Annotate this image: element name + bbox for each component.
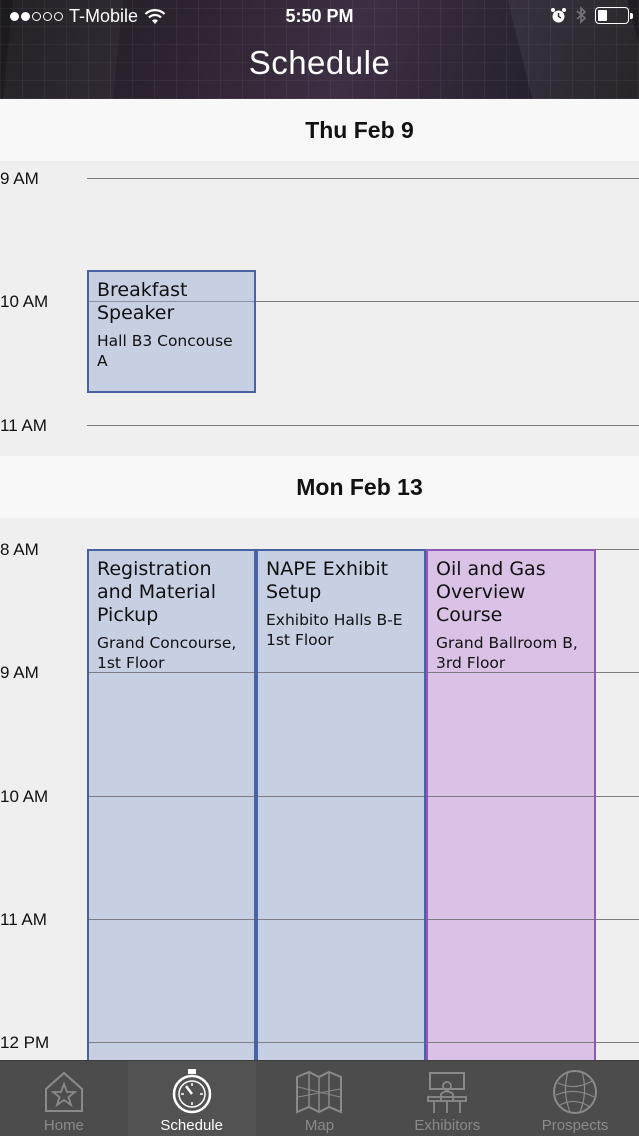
- bluetooth-icon: [576, 6, 587, 24]
- hour-label: 12 PM: [0, 1033, 50, 1052]
- event-title: Breakfast Speaker: [97, 279, 188, 324]
- day-timeline[interactable]: 9 AM 10 AM 11 AM Breakfast Speaker Hall …: [0, 161, 639, 456]
- tab-bar: Home Schedule Map Exhibitors Prospects: [0, 1060, 639, 1136]
- hour-label: 9 AM: [0, 169, 39, 188]
- hour-gridline: [428, 1042, 594, 1043]
- event-card[interactable]: Oil and Gas Overview Course Grand Ballro…: [426, 549, 596, 1069]
- tab-prospects[interactable]: Prospects: [511, 1061, 639, 1136]
- hour-gridline: [428, 672, 594, 673]
- hour-gridline: [89, 1042, 254, 1043]
- hour-label: 8 AM: [0, 540, 39, 559]
- exhibitor-booth-icon: [427, 1072, 468, 1113]
- hour-gridline: [89, 672, 254, 673]
- tab-map[interactable]: Map: [256, 1061, 384, 1136]
- status-time: 5:50 PM: [285, 6, 354, 26]
- hour-gridline: [428, 796, 594, 797]
- hour-gridline: [89, 796, 254, 797]
- tab-exhibitors[interactable]: Exhibitors: [383, 1061, 511, 1136]
- page-title: Schedule: [248, 44, 391, 81]
- event-card[interactable]: Registration and Material Pickup Grand C…: [87, 549, 256, 1069]
- tab-label: Exhibitors: [414, 1117, 481, 1134]
- alarm-clock-icon: [551, 7, 566, 22]
- hour-gridline: [89, 919, 254, 920]
- stopwatch-icon: [172, 1069, 211, 1114]
- hour-label: 10 AM: [0, 787, 49, 806]
- tab-home[interactable]: Home: [0, 1061, 128, 1136]
- day-header: Mon Feb 13: [0, 456, 639, 518]
- hour-gridline: [258, 919, 424, 920]
- day-timeline[interactable]: 8 AM 9 AM 10 AM 11 AM 12 PM Registration…: [0, 518, 639, 1069]
- hour-label: 11 AM: [0, 910, 47, 929]
- tab-label: Schedule: [160, 1117, 223, 1134]
- tab-label: Map: [304, 1117, 335, 1134]
- hour-gridline: [258, 1042, 424, 1043]
- battery-icon: [595, 6, 633, 24]
- event-location: Exhibito Halls B-E 1st Floor: [266, 611, 403, 649]
- status-bar: T-Mobile 5:50 PM: [0, 0, 639, 32]
- hour-gridline: [258, 796, 424, 797]
- hour-gridline: [87, 178, 639, 179]
- hour-gridline: [428, 919, 594, 920]
- event-location: Hall B3 Concouse A: [97, 332, 233, 370]
- event-location: Grand Concourse, 1st Floor: [97, 634, 237, 672]
- event-title: Registration and Material Pickup: [97, 558, 216, 626]
- event-card[interactable]: Breakfast Speaker Hall B3 Concouse A: [87, 270, 256, 393]
- folded-map-icon: [296, 1070, 343, 1114]
- home-star-icon: [44, 1071, 83, 1112]
- day-header: Thu Feb 9: [0, 99, 639, 161]
- tab-schedule[interactable]: Schedule: [127, 1061, 256, 1136]
- hour-gridline: [87, 425, 639, 426]
- globe-icon: [553, 1070, 598, 1114]
- status-right: [550, 6, 633, 24]
- hour-label: 11 AM: [0, 416, 47, 435]
- event-title: NAPE Exhibit Setup: [266, 558, 389, 603]
- hour-label: 10 AM: [0, 292, 49, 311]
- tab-label: Prospects: [541, 1117, 609, 1134]
- hour-label: 9 AM: [0, 663, 39, 682]
- app-header: T-Mobile 5:50 PM Schedule: [0, 0, 639, 99]
- event-title: Oil and Gas Overview Course: [436, 558, 546, 626]
- tab-label: Home: [43, 1117, 84, 1134]
- hour-gridline: [258, 672, 424, 673]
- event-card[interactable]: NAPE Exhibit Setup Exhibito Halls B-E 1s…: [256, 549, 426, 1069]
- event-location: Grand Ballroom B, 3rd Floor: [436, 634, 578, 672]
